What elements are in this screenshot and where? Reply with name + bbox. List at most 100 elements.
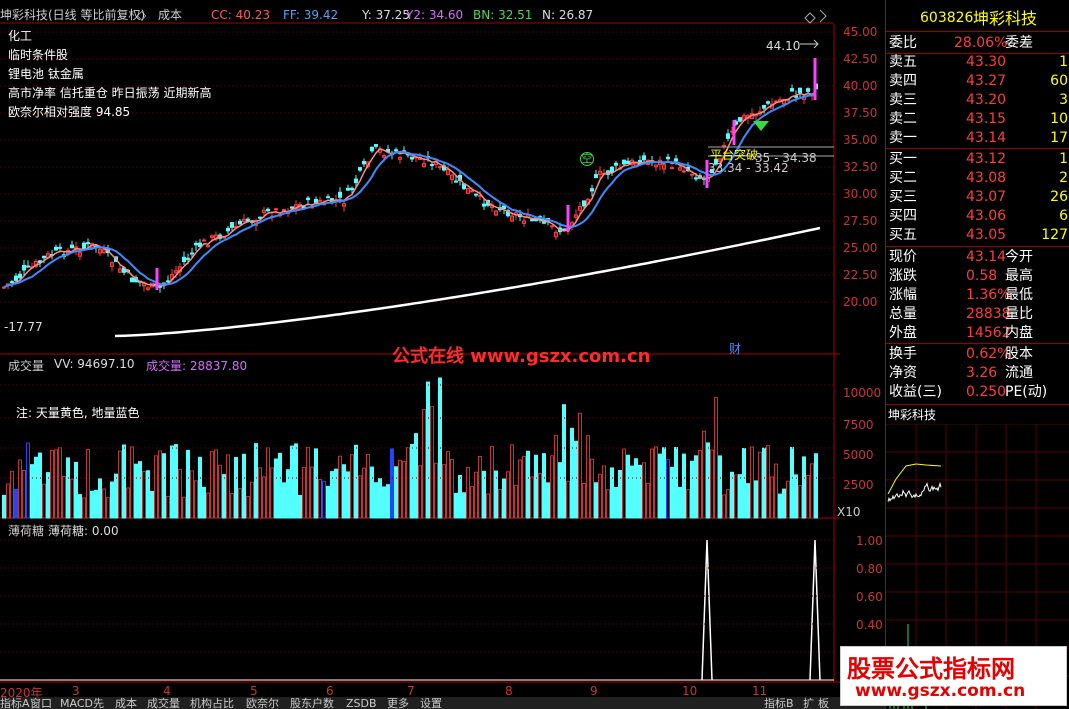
candle-body (70, 244, 74, 249)
stat2-row[interactable]: 净资 3.26 流通 (886, 364, 1069, 383)
stat2-row[interactable]: 收益(三) 0.250 PE(动) (886, 383, 1069, 402)
buy-label: 买四 (889, 208, 917, 224)
volume-bar (262, 476, 266, 519)
volume-bar (510, 444, 514, 519)
sell-row[interactable]: 卖四 43.27 60 (886, 72, 1069, 91)
volume-bar (310, 466, 314, 519)
volume-bar (694, 455, 698, 519)
tab-volume[interactable]: 成交量 (147, 697, 180, 709)
candle-body (674, 158, 678, 162)
price-tick: 25.00 (843, 241, 878, 255)
buy-volume: 26 (1050, 189, 1068, 205)
title-dropdown-icon[interactable]: ◇ (137, 7, 146, 23)
stat2-row[interactable]: 换手 0.62% 股本 (886, 345, 1069, 364)
volume-bar (594, 482, 598, 519)
indicator-tick: 0.80 (856, 562, 883, 576)
stat-label: 现价 (889, 249, 917, 265)
volume-bar (806, 475, 810, 519)
candle-body (670, 167, 674, 170)
candle-body (626, 160, 630, 164)
sell-price: 43.20 (966, 92, 1007, 108)
stat-row[interactable]: 现价 43.14 今开 (886, 248, 1069, 267)
buy-row[interactable]: 买一 43.12 1 (886, 150, 1069, 169)
candle-body (610, 166, 614, 173)
bn-value: BN: 32.51 (473, 8, 533, 22)
sell-row[interactable]: 卖五 43.30 1 (886, 53, 1069, 72)
volume-bar (206, 492, 210, 519)
volume-bar (374, 482, 378, 519)
volume-bar (66, 457, 70, 519)
buy-row[interactable]: 买三 43.07 26 (886, 188, 1069, 207)
volume-bar (666, 459, 670, 519)
buy-row[interactable]: 买五 43.05 127 (886, 226, 1069, 245)
volume-bar (774, 463, 778, 519)
indicator-name[interactable]: 成本 (158, 7, 182, 23)
volume-bar (650, 448, 654, 519)
stat2-label: 净资 (889, 365, 917, 381)
volume-bar (734, 474, 738, 519)
stat-row[interactable]: 外盘 14562 内盘 (886, 324, 1069, 343)
sell-row[interactable]: 卖二 43.15 10 (886, 110, 1069, 129)
candle-body (530, 219, 534, 222)
sell-row[interactable]: 卖一 43.14 17 (886, 129, 1069, 148)
volume-bar (590, 458, 594, 519)
tab-holders[interactable]: 股东户数 (290, 697, 334, 709)
buy-row[interactable]: 买四 43.06 6 (886, 207, 1069, 226)
down-triangle-marker (753, 121, 769, 131)
candle-body (338, 191, 342, 198)
tab-more[interactable]: 更多 (387, 697, 409, 709)
tab-window[interactable]: 窗口 (30, 697, 52, 709)
buy-row[interactable]: 买二 43.08 2 (886, 169, 1069, 188)
volume-bar (778, 493, 782, 519)
buy-volume: 1 (1059, 151, 1068, 167)
candle-body (694, 177, 698, 180)
info-concept: 锂电池 钛金属 (8, 67, 84, 81)
volume-bar (366, 454, 370, 519)
fin-marker[interactable]: 财 (729, 340, 741, 357)
tab-board[interactable]: 板 (818, 697, 829, 709)
volume-bar (642, 462, 646, 519)
volume-bar (794, 474, 798, 519)
tab-macd[interactable]: MACD先 (60, 697, 104, 709)
tab-expand[interactable]: 扩 (803, 697, 814, 709)
volume-bar (746, 483, 750, 519)
volume-tick: 7500 (843, 418, 874, 432)
stat-row[interactable]: 总量 28838 量比 (886, 305, 1069, 324)
volume-bar (90, 490, 94, 519)
volume-bar (458, 474, 462, 519)
empty-marker: 空 (580, 152, 594, 166)
volume-panel-name[interactable]: 成交量 (8, 357, 44, 374)
buy-label: 买一 (889, 151, 917, 167)
stat-row[interactable]: 涨跌 0.58 最高 (886, 267, 1069, 286)
tab-institution[interactable]: 机构占比 (190, 697, 234, 709)
volume-bar (318, 479, 322, 519)
volume-bar (114, 473, 118, 519)
volume-bar (182, 496, 186, 519)
volume-bar (522, 455, 526, 519)
tab-indicator-a[interactable]: 指标A (0, 697, 30, 709)
tab-zsdb[interactable]: ZSDB (346, 697, 377, 709)
volume-bar (78, 494, 82, 519)
tab-settings[interactable]: 设置 (420, 697, 442, 709)
candle-body (54, 246, 58, 251)
tab-indicator-b[interactable]: 指标B (764, 697, 794, 709)
volume-bar (362, 467, 366, 519)
indicator-panel-name[interactable]: 薄荷糖 (8, 522, 44, 539)
buy-price: 43.06 (966, 208, 1007, 224)
info-industry: 化工 (8, 29, 33, 43)
candle-body (374, 144, 378, 147)
volume-bar (330, 471, 334, 519)
stat-row[interactable]: 涨幅 1.36% 最低 (886, 286, 1069, 305)
date-tick: 5 (250, 684, 258, 698)
tab-cost[interactable]: 成本 (115, 697, 137, 709)
tab-oneil[interactable]: 欧奈尔 (246, 697, 279, 709)
volume-bar (514, 484, 518, 519)
kline-chart-area[interactable]: 坤彩科技(日线 等比前复权) ◇ 成本 CC: 40.23 FF: 39.42 … (0, 0, 885, 709)
volume-bar (18, 459, 22, 519)
info-tags: 高市净率 信托重仓 昨日振荡 近期新高 (8, 86, 212, 100)
sell-row[interactable]: 卖三 43.20 3 (886, 91, 1069, 110)
volume-bar (58, 447, 62, 519)
volume-bar (138, 461, 142, 519)
volume-bar (626, 454, 630, 519)
candle-body (594, 174, 598, 178)
